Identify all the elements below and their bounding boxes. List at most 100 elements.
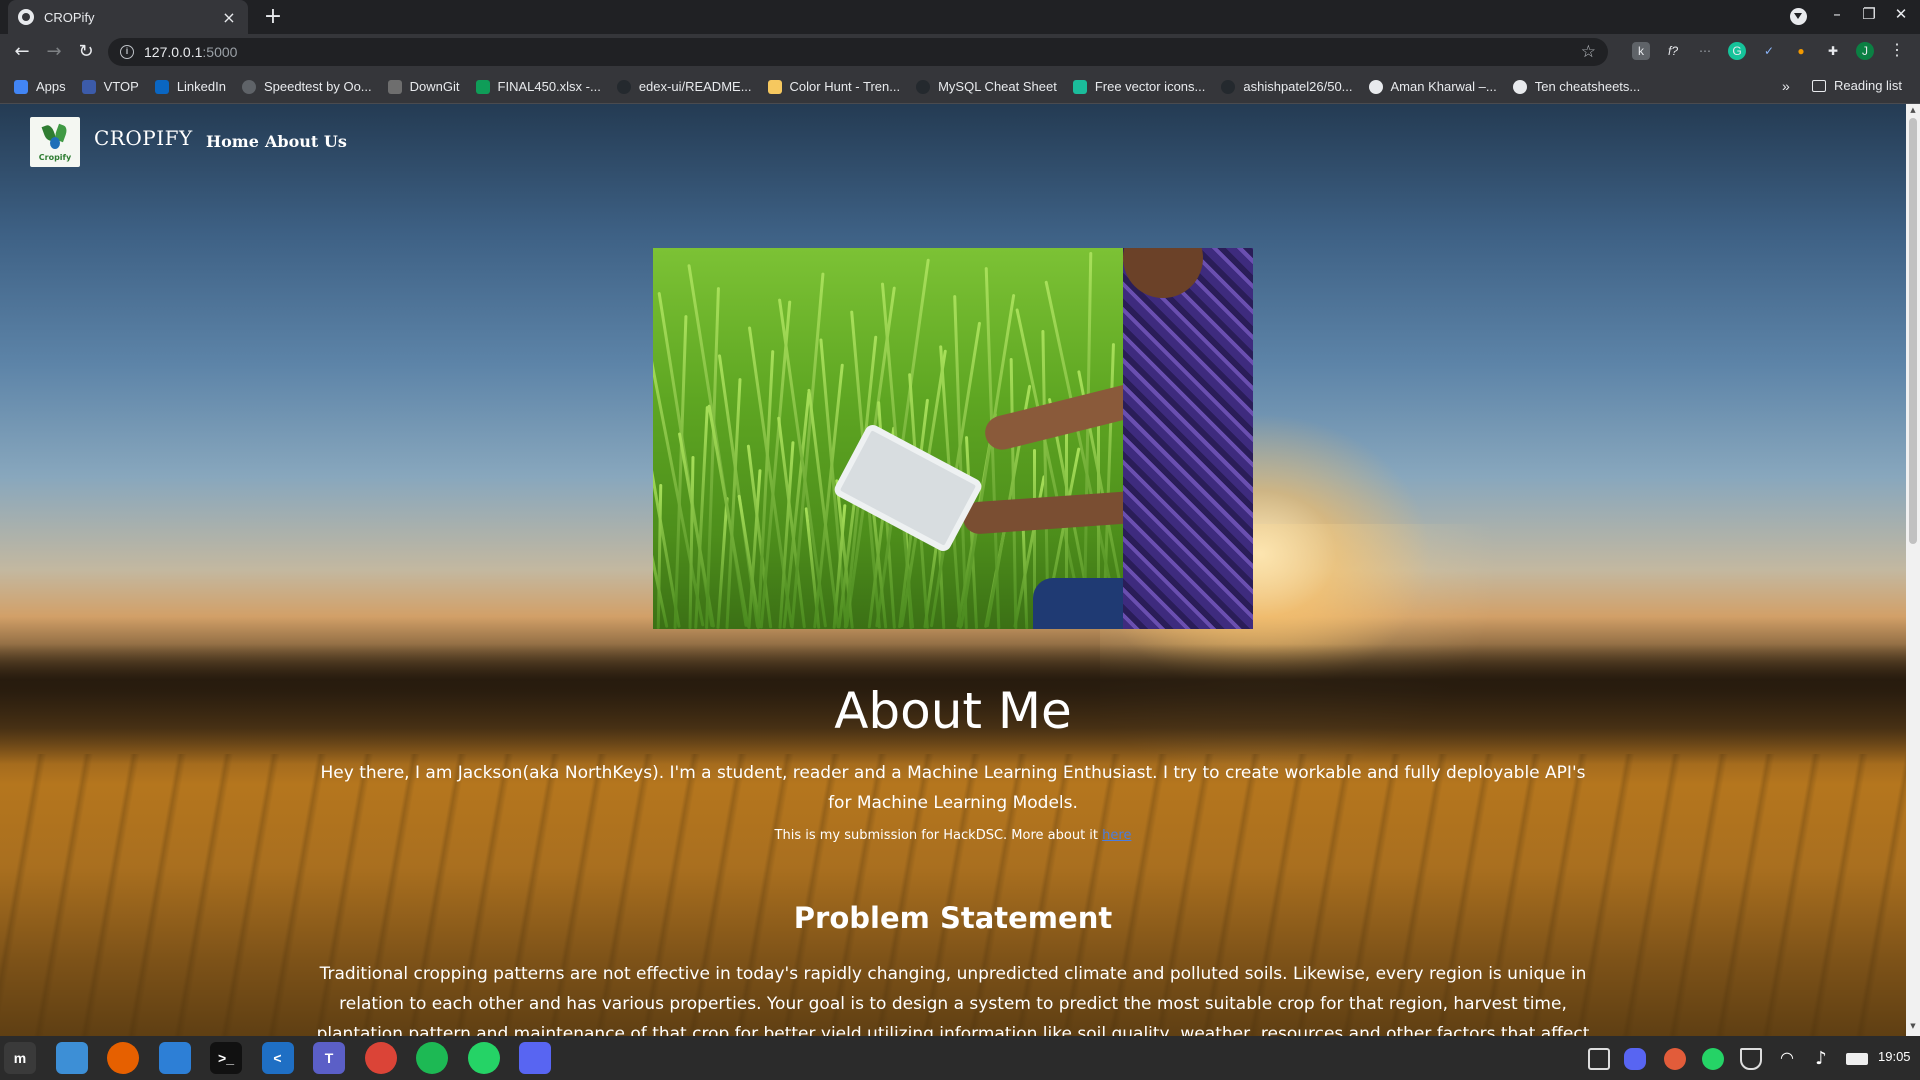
extensions-puzzle-icon[interactable]: ✚: [1824, 42, 1842, 60]
restore-icon[interactable]: ❐: [1858, 5, 1880, 23]
bookmark-star-icon[interactable]: ☆: [1581, 42, 1596, 62]
globe-icon: [1368, 79, 1383, 94]
extension-formula-icon[interactable]: f?: [1664, 42, 1682, 60]
bookmark-label: DownGit: [409, 79, 460, 94]
url-host: 127.0.0.1: [144, 44, 203, 60]
forward-button[interactable]: →: [42, 40, 66, 64]
bookmark-item[interactable]: Ten cheatsheets...: [1512, 79, 1641, 94]
bookmark-item[interactable]: Free vector icons...: [1072, 79, 1205, 94]
tab-close-icon[interactable]: ×: [220, 8, 238, 27]
tray-wifi-icon[interactable]: ◠: [1776, 1048, 1798, 1070]
taskbar-chrome-icon[interactable]: [364, 1042, 397, 1074]
taskbar-files-icon[interactable]: [55, 1042, 88, 1074]
taskbar-finder-icon[interactable]: [158, 1042, 191, 1074]
tray-music-icon[interactable]: ♪: [1810, 1048, 1832, 1070]
nav-about-us-link[interactable]: About Us: [265, 132, 347, 151]
github-icon: [916, 79, 931, 94]
tray-security-icon[interactable]: [1740, 1048, 1762, 1070]
bookmark-item[interactable]: Aman Kharwal –...: [1368, 79, 1497, 94]
brand-name[interactable]: CROPIFY: [94, 126, 193, 150]
bookmark-item[interactable]: VTOP: [81, 79, 139, 94]
reading-list-icon: [1812, 79, 1826, 92]
cropify-logo[interactable]: Cropify: [30, 117, 80, 167]
globe-icon: [1512, 79, 1527, 94]
github-icon: [616, 79, 631, 94]
nav-home-link[interactable]: Home: [206, 132, 259, 151]
tray-shield-icon[interactable]: [1588, 1048, 1610, 1070]
taskbar-terminal-icon[interactable]: >_: [210, 1042, 242, 1074]
page-scrollbar[interactable]: ▲ ▼: [1906, 104, 1920, 1036]
taskbar-vscode-icon[interactable]: <: [261, 1042, 294, 1074]
taskbar-teams-icon[interactable]: T: [313, 1042, 345, 1074]
window-close-icon[interactable]: ✕: [1890, 5, 1912, 23]
flaticon-icon: [1072, 79, 1087, 94]
scroll-down-arrow-icon[interactable]: ▼: [1906, 1022, 1920, 1030]
bookmark-item[interactable]: Apps: [14, 79, 66, 94]
logo-figure: [50, 137, 60, 149]
tray-battery-icon[interactable]: [1846, 1053, 1868, 1065]
browser-tab[interactable]: CROPify ×: [8, 0, 248, 34]
minimize-icon[interactable]: –: [1826, 5, 1848, 23]
submission-here-link[interactable]: here: [1102, 828, 1131, 843]
site-info-icon[interactable]: i: [120, 45, 134, 59]
new-tab-button[interactable]: +: [260, 4, 286, 30]
submission-text: This is my submission for HackDSC. More …: [774, 828, 1103, 843]
chrome-menu-icon[interactable]: ⋮: [1888, 42, 1906, 60]
reading-list-button[interactable]: Reading list: [1812, 78, 1902, 93]
google-drive-icon: [475, 79, 490, 94]
url-port: :5000: [202, 44, 238, 60]
grammarly-icon[interactable]: G: [1728, 42, 1746, 60]
bookmark-label: ashishpatel26/50...: [1243, 79, 1353, 94]
bookmark-item[interactable]: DownGit: [387, 79, 460, 94]
tray-color-icon[interactable]: [1664, 1048, 1686, 1070]
bookmark-item[interactable]: FINAL450.xlsx -...: [475, 79, 601, 94]
about-me-heading: About Me: [834, 682, 1072, 740]
reading-list-label: Reading list: [1834, 78, 1902, 93]
bookmark-item[interactable]: MySQL Cheat Sheet: [916, 79, 1057, 94]
profile-avatar[interactable]: J: [1856, 42, 1874, 60]
vtop-icon: [81, 79, 96, 94]
extension-dots-icon[interactable]: ⋯: [1696, 42, 1714, 60]
browser-toolbar: ← → ↻ i 127.0.0.1:5000 ☆ k f? ⋯ G ✓ ● ✚ …: [0, 34, 1920, 70]
submission-note: This is my submission for HackDSC. More …: [0, 828, 1906, 843]
globe-icon: [18, 9, 34, 25]
more-bookmarks-icon[interactable]: »: [1782, 78, 1790, 94]
taskbar-whatsapp-icon[interactable]: [467, 1042, 500, 1074]
scroll-up-arrow-icon[interactable]: ▲: [1906, 106, 1920, 114]
tab-search-icon[interactable]: [1790, 8, 1807, 25]
bookmark-item[interactable]: LinkedIn: [154, 79, 226, 94]
github-icon: [1221, 79, 1236, 94]
taskbar-discord-icon[interactable]: [519, 1042, 551, 1074]
taskbar-spotify-icon[interactable]: [416, 1042, 448, 1074]
tab-title: CROPify: [44, 9, 95, 25]
bookmark-item[interactable]: ashishpatel26/50...: [1221, 79, 1353, 94]
speedtest-icon: [241, 79, 256, 94]
scroll-thumb[interactable]: [1909, 118, 1917, 544]
tray-whatsapp-icon[interactable]: [1702, 1048, 1724, 1070]
back-button[interactable]: ←: [10, 40, 34, 64]
browser-tab-strip: CROPify × + – ❐ ✕: [0, 0, 1920, 34]
bookmark-label: Ten cheatsheets...: [1534, 79, 1641, 94]
address-bar[interactable]: i 127.0.0.1:5000 ☆: [108, 38, 1608, 66]
bookmark-label: Apps: [36, 79, 66, 94]
extension-check-icon[interactable]: ✓: [1760, 42, 1778, 60]
taskbar-firefox-icon[interactable]: [107, 1042, 139, 1074]
problem-statement-paragraph: Traditional cropping patterns are not ef…: [316, 964, 1590, 1036]
taskbar-menu-icon[interactable]: m: [4, 1042, 36, 1074]
url-text[interactable]: 127.0.0.1:5000: [144, 44, 1581, 60]
taskbar-clock[interactable]: 19:05: [1878, 1049, 1911, 1064]
tray-discord-icon[interactable]: [1624, 1048, 1646, 1070]
extension-orange-icon[interactable]: ●: [1792, 42, 1810, 60]
downgit-icon: [387, 79, 402, 94]
bookmark-item[interactable]: edex-ui/README...: [616, 79, 752, 94]
reload-button[interactable]: ↻: [74, 40, 98, 64]
bookmark-item[interactable]: Speedtest by Oo...: [241, 79, 372, 94]
logo-wordmark: Cropify: [38, 153, 72, 162]
farmer-plaid-shirt: [1123, 248, 1253, 629]
apps-grid-icon: [14, 79, 28, 94]
bookmark-item[interactable]: Color Hunt - Tren...: [767, 79, 901, 94]
extension-k-icon[interactable]: k: [1632, 42, 1650, 60]
bookmark-label: Color Hunt - Tren...: [789, 79, 901, 94]
about-intro-paragraph: Hey there, I am Jackson(aka NorthKeys). …: [320, 763, 1586, 813]
bookmark-label: edex-ui/README...: [638, 79, 752, 94]
